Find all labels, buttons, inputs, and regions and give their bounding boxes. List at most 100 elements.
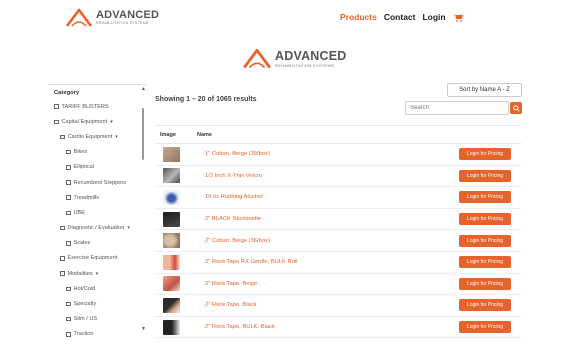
header: ADVANCED REHABILITATION SYSTEMS Products… [0, 0, 570, 36]
login-for-pricing-button[interactable]: Login for Pricing [459, 256, 511, 269]
product-thumbnail[interactable] [163, 189, 180, 205]
product-thumbnail[interactable] [163, 168, 180, 184]
category-label: Traction [73, 331, 94, 338]
checkbox[interactable] [54, 119, 59, 125]
category-item[interactable]: TARIFF BUSTERS [49, 99, 147, 114]
category-item[interactable]: Scales [49, 236, 147, 251]
chevron-down-icon[interactable]: ▾ [115, 134, 118, 140]
product-table: Image Name 1" Coban, Beige (30/box) Logi… [155, 125, 521, 339]
product-thumbnail[interactable] [163, 319, 180, 335]
chevron-down-icon[interactable]: ▾ [127, 225, 130, 231]
product-name-link[interactable]: 1/2 Inch X-Thin Velcro [205, 173, 459, 179]
login-for-pricing-button[interactable]: Login for Pricing [459, 277, 511, 290]
chevron-down-icon[interactable]: ▾ [96, 271, 99, 277]
category-item[interactable]: Elliptical [49, 160, 147, 175]
product-name-link[interactable]: 2" Rock Tape, Black [205, 302, 459, 308]
main-nav: Products Contact Login [340, 12, 463, 22]
nav-contact-link[interactable]: Contact [384, 12, 416, 22]
product-name-link[interactable]: 1" Coban, Beige (30/box) [205, 151, 459, 157]
scrollbar-thumb[interactable] [142, 108, 145, 160]
category-label: Hot/Cold [73, 285, 96, 292]
cart-icon[interactable] [452, 13, 463, 22]
login-for-pricing-button[interactable]: Login for Pricing [459, 191, 511, 204]
category-label: Cardio Equipment [67, 133, 113, 140]
search-input[interactable] [405, 101, 509, 115]
product-name-link[interactable]: 2" BLACK Stockinette [205, 216, 459, 222]
table-row: 2" Rock Tape RX Gentle, BULK Roll Login … [155, 252, 521, 274]
category-list: TARIFF BUSTERS Capital Equipment ▾ Cardi… [49, 99, 147, 342]
product-name-link[interactable]: 2" Rock Tape, BULK, Black [205, 324, 459, 330]
checkbox[interactable] [66, 301, 71, 307]
product-thumbnail[interactable] [163, 211, 180, 227]
logo-mark-icon [243, 48, 271, 69]
category-item[interactable]: Exercise Equipment [49, 251, 147, 266]
product-name-link[interactable]: 2" Rock Tape, Beige [205, 281, 459, 287]
product-thumbnail[interactable] [163, 233, 180, 249]
checkbox[interactable] [66, 165, 71, 170]
category-item[interactable]: UBE [49, 205, 147, 220]
product-name-link[interactable]: 2" Coban, Beige (36/box) [205, 238, 459, 244]
sort-select[interactable]: Sort by Name A - Z [447, 83, 522, 97]
checkbox[interactable] [66, 316, 71, 322]
checkbox[interactable] [66, 241, 71, 246]
product-name-link[interactable]: 16 oz Rubbing Alcohol [205, 194, 459, 200]
category-item[interactable]: Stim / US [49, 312, 147, 327]
nav-products-link[interactable]: Products [340, 12, 377, 22]
checkbox[interactable] [54, 104, 59, 109]
nav-login-link[interactable]: Login [422, 12, 445, 22]
checkbox[interactable] [66, 195, 71, 200]
checkbox[interactable] [60, 256, 65, 261]
table-row: 1" Coban, Beige (30/box) Login for Prici… [155, 144, 521, 166]
category-item[interactable]: Modalities ▾ [49, 266, 147, 281]
scroll-down-icon[interactable]: ▼ [141, 326, 146, 332]
checkbox[interactable] [66, 149, 71, 155]
login-for-pricing-button[interactable]: Login for Pricing [459, 299, 511, 312]
sidebar-scrollbar[interactable]: ▲ ▼ [141, 86, 146, 332]
category-label: Exercise Equipment [67, 255, 118, 262]
category-item[interactable]: Diagnostic / Evaluation ▾ [49, 221, 147, 236]
brand-logo[interactable]: ADVANCED REHABILITATION SYSTEMS [66, 6, 159, 30]
checkbox[interactable] [66, 180, 71, 185]
category-label: Bikes [73, 149, 88, 156]
results-count: Showing 1 – 20 of 1065 results [155, 96, 257, 103]
category-item[interactable]: Traction [49, 327, 147, 342]
checkbox[interactable] [60, 134, 65, 140]
product-thumbnail[interactable] [163, 254, 180, 270]
brand-tagline: REHABILITATION SYSTEMS [96, 21, 149, 26]
product-thumbnail[interactable] [163, 276, 180, 292]
category-label: Diagnostic / Evaluation [67, 225, 125, 232]
login-for-pricing-button[interactable]: Login for Pricing [459, 213, 511, 226]
category-item[interactable]: Capital Equipment ▾ [49, 114, 147, 129]
checkbox[interactable] [60, 271, 65, 276]
table-row: 2" BLACK Stockinette Login for Pricing [155, 209, 521, 231]
checkbox[interactable] [66, 286, 71, 292]
page-logo: ADVANCED REHABILITATION SYSTEMS [243, 48, 347, 70]
category-item[interactable]: Recumbent Steppers [49, 175, 147, 190]
category-item[interactable]: Treadmills [49, 190, 147, 205]
scroll-up-icon[interactable]: ▲ [141, 86, 146, 92]
search-icon [512, 104, 520, 112]
login-for-pricing-button[interactable]: Login for Pricing [459, 169, 511, 182]
product-name-link[interactable]: 2" Rock Tape RX Gentle, BULK Roll [205, 259, 459, 265]
checkbox[interactable] [60, 225, 65, 231]
checkbox[interactable] [66, 210, 71, 216]
column-header-image: Image [160, 131, 176, 138]
chevron-down-icon[interactable]: ▾ [110, 119, 113, 125]
column-header-name: Name [197, 131, 212, 138]
category-label: Treadmills [73, 194, 100, 201]
category-label: UBE [73, 209, 86, 216]
checkbox[interactable] [66, 332, 71, 337]
category-item[interactable]: Hot/Cold [49, 281, 147, 296]
product-thumbnail[interactable] [163, 146, 180, 162]
login-for-pricing-button[interactable]: Login for Pricing [459, 234, 511, 247]
login-for-pricing-button[interactable]: Login for Pricing [459, 148, 511, 161]
category-label: TARIFF BUSTERS [61, 103, 109, 110]
category-item[interactable]: Cardio Equipment ▾ [49, 129, 147, 144]
product-thumbnail[interactable] [163, 297, 180, 313]
table-row: 2" Coban, Beige (36/box) Login for Prici… [155, 230, 521, 252]
table-row: 16 oz Rubbing Alcohol Login for Pricing [155, 187, 521, 209]
login-for-pricing-button[interactable]: Login for Pricing [459, 321, 511, 334]
search-button[interactable] [510, 102, 522, 114]
category-item[interactable]: Specialty [49, 296, 147, 311]
category-item[interactable]: Bikes [49, 145, 147, 160]
